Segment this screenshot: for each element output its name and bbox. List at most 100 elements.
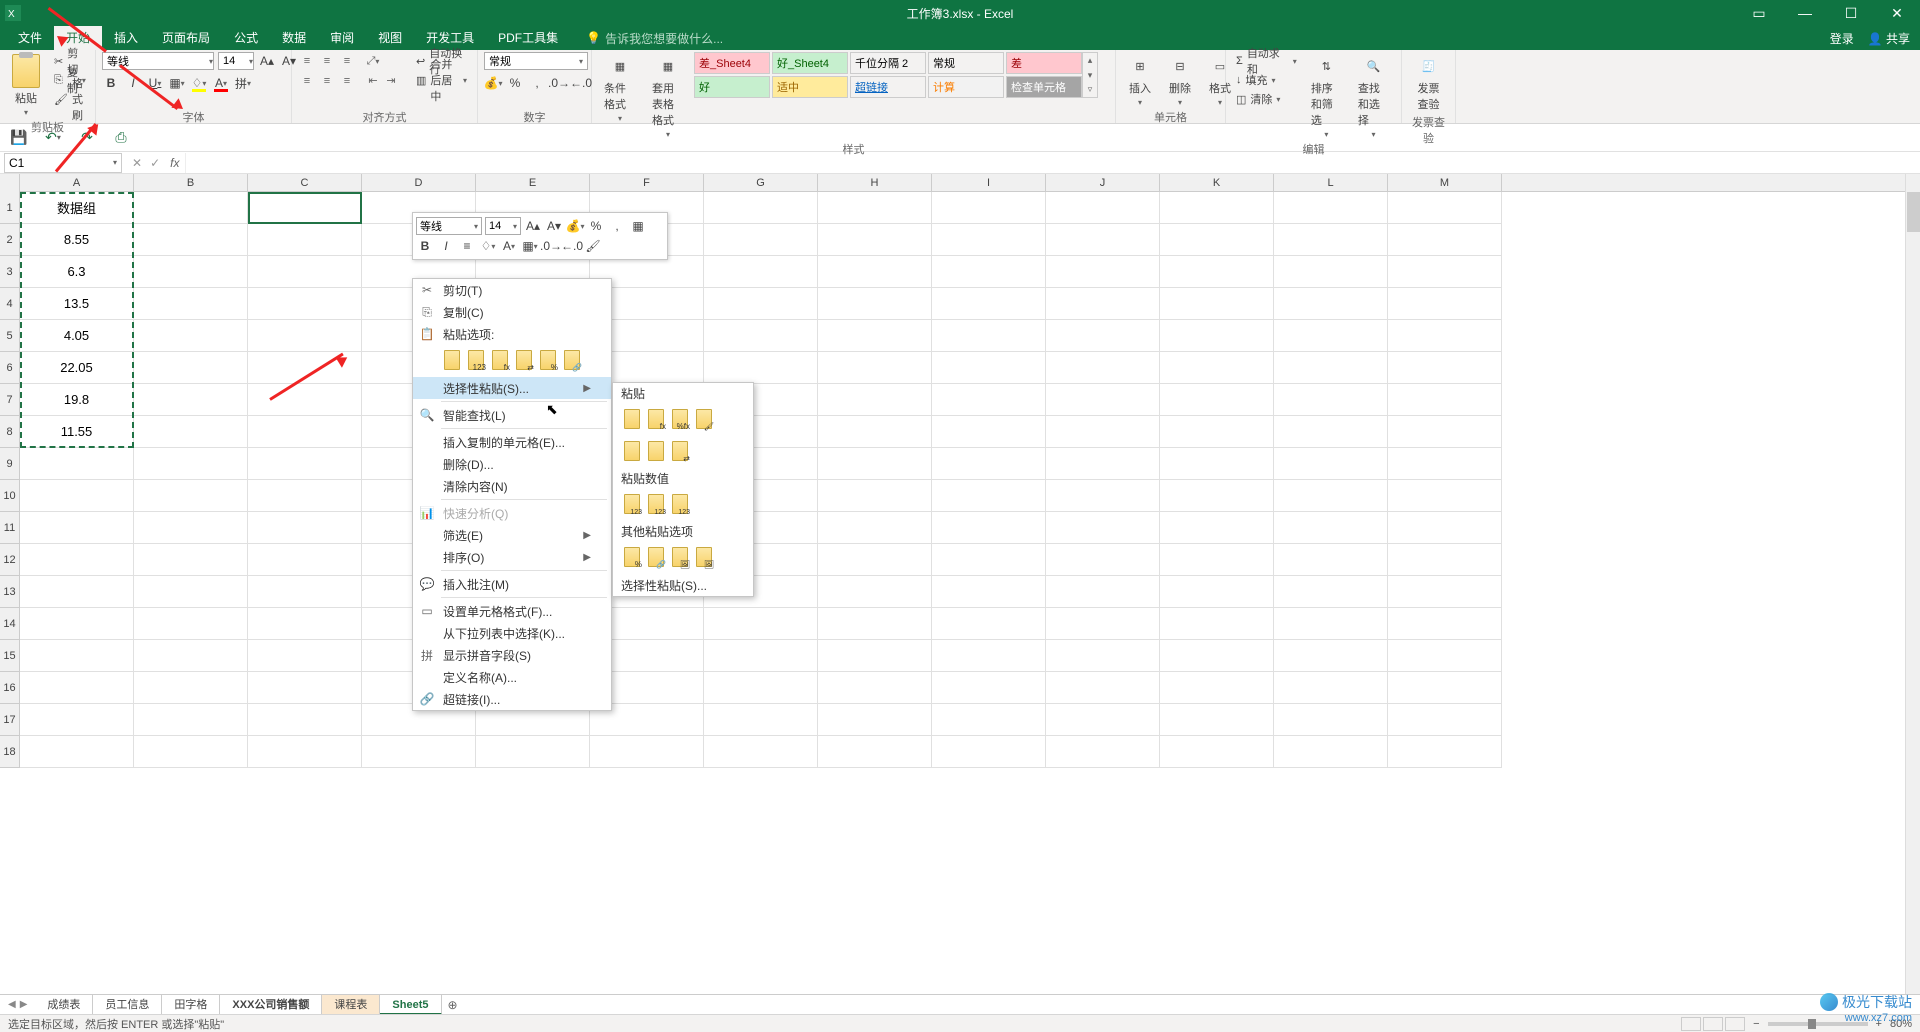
mini-percent-icon[interactable]: % bbox=[587, 217, 605, 235]
row-header-1[interactable]: 1 bbox=[0, 192, 20, 224]
cell-M5[interactable] bbox=[1388, 320, 1502, 352]
enter-formula-icon[interactable]: ✓ bbox=[150, 156, 160, 170]
cell-C10[interactable] bbox=[248, 480, 362, 512]
submenu-paste-formulas-icon[interactable]: fx bbox=[645, 406, 667, 432]
submenu-paste-transpose-icon[interactable]: ⇄ bbox=[669, 438, 691, 464]
column-header-K[interactable]: K bbox=[1160, 174, 1274, 191]
submenu-paste-picture-icon[interactable]: 🖼 bbox=[669, 544, 691, 570]
cell-G17[interactable] bbox=[704, 704, 818, 736]
cell-C18[interactable] bbox=[248, 736, 362, 768]
cell-M1[interactable] bbox=[1388, 192, 1502, 224]
cell-L3[interactable] bbox=[1274, 256, 1388, 288]
mini-border-dropdown-icon[interactable]: ▦▾ bbox=[521, 237, 539, 255]
sheet-tab-4[interactable]: XXX公司销售额 bbox=[220, 995, 322, 1015]
ribbon-display-options-icon[interactable]: ▭ bbox=[1736, 0, 1782, 26]
cell-B10[interactable] bbox=[134, 480, 248, 512]
cell-G4[interactable] bbox=[704, 288, 818, 320]
cell-I8[interactable] bbox=[932, 416, 1046, 448]
row-header-4[interactable]: 4 bbox=[0, 288, 20, 320]
cell-B1[interactable] bbox=[134, 192, 248, 224]
cm-sort[interactable]: 排序(O)▶ bbox=[413, 546, 611, 568]
view-buttons[interactable] bbox=[1681, 1017, 1745, 1031]
delete-cells-button[interactable]: ⊟删除▾ bbox=[1162, 52, 1198, 109]
select-all-button[interactable] bbox=[0, 174, 20, 192]
cell-B13[interactable] bbox=[134, 576, 248, 608]
submenu-paste-values-numfmt-icon[interactable]: 123 bbox=[645, 491, 667, 517]
cell-G16[interactable] bbox=[704, 672, 818, 704]
cell-A14[interactable] bbox=[20, 608, 134, 640]
style-hyperlink[interactable]: 超链接 bbox=[850, 76, 926, 98]
paste-option-transpose-icon[interactable]: ⇄ bbox=[513, 347, 535, 373]
cell-L4[interactable] bbox=[1274, 288, 1388, 320]
cell-M14[interactable] bbox=[1388, 608, 1502, 640]
cell-A4[interactable]: 13.5 bbox=[20, 288, 134, 320]
cell-K3[interactable] bbox=[1160, 256, 1274, 288]
cell-G6[interactable] bbox=[704, 352, 818, 384]
mini-accounting-icon[interactable]: 💰▾ bbox=[566, 217, 584, 235]
align-bottom-icon[interactable]: ≡ bbox=[338, 52, 356, 70]
cell-J4[interactable] bbox=[1046, 288, 1160, 320]
cell-G5[interactable] bbox=[704, 320, 818, 352]
cell-M12[interactable] bbox=[1388, 544, 1502, 576]
cell-M10[interactable] bbox=[1388, 480, 1502, 512]
paste-button[interactable]: 粘贴 ▾ bbox=[6, 52, 46, 119]
column-header-M[interactable]: M bbox=[1388, 174, 1502, 191]
tab-insert[interactable]: 插入 bbox=[102, 26, 150, 50]
fx-icon[interactable]: fx bbox=[170, 156, 185, 170]
increase-font-icon[interactable]: A▴ bbox=[258, 52, 276, 70]
italic-button[interactable]: I bbox=[124, 74, 142, 92]
zoom-in-button[interactable]: + bbox=[1876, 1018, 1882, 1030]
tell-me-search[interactable]: 💡 告诉我您想要做什么... bbox=[586, 30, 723, 47]
cell-B2[interactable] bbox=[134, 224, 248, 256]
submenu-paste-values-icon[interactable]: 123 bbox=[621, 491, 643, 517]
row-header-5[interactable]: 5 bbox=[0, 320, 20, 352]
mini-size-select[interactable]: 14▾ bbox=[485, 217, 521, 235]
cell-L2[interactable] bbox=[1274, 224, 1388, 256]
column-header-A[interactable]: A bbox=[20, 174, 134, 191]
cell-K1[interactable] bbox=[1160, 192, 1274, 224]
cell-C4[interactable] bbox=[248, 288, 362, 320]
mini-bold-icon[interactable]: B bbox=[416, 237, 434, 255]
normal-view-icon[interactable] bbox=[1681, 1017, 1701, 1031]
cell-K17[interactable] bbox=[1160, 704, 1274, 736]
row-header-17[interactable]: 17 bbox=[0, 704, 20, 736]
sheet-nav[interactable]: ◀▶ bbox=[0, 999, 35, 1010]
column-header-G[interactable]: G bbox=[704, 174, 818, 191]
insert-cells-button[interactable]: ⊞插入▾ bbox=[1122, 52, 1158, 109]
cell-K13[interactable] bbox=[1160, 576, 1274, 608]
submenu-paste-formulas-numfmt-icon[interactable]: %fx bbox=[669, 406, 691, 432]
cell-K7[interactable] bbox=[1160, 384, 1274, 416]
cell-A6[interactable]: 22.05 bbox=[20, 352, 134, 384]
scrollbar-thumb[interactable] bbox=[1907, 192, 1920, 232]
cell-J7[interactable] bbox=[1046, 384, 1160, 416]
sheet-tab-1[interactable]: 成绩表 bbox=[35, 995, 93, 1015]
cell-M17[interactable] bbox=[1388, 704, 1502, 736]
number-format-select[interactable]: 常规▾ bbox=[484, 52, 588, 70]
cell-C1[interactable] bbox=[248, 192, 362, 224]
row-header-2[interactable]: 2 bbox=[0, 224, 20, 256]
percent-format-icon[interactable]: % bbox=[506, 74, 524, 92]
decrease-decimal-icon[interactable]: ←.0 bbox=[572, 74, 590, 92]
comma-format-icon[interactable]: , bbox=[528, 74, 546, 92]
cm-dropdown-list[interactable]: 从下拉列表中选择(K)... bbox=[413, 622, 611, 644]
cell-K8[interactable] bbox=[1160, 416, 1274, 448]
fill-button[interactable]: ↓填充▾ bbox=[1232, 71, 1301, 89]
cell-M4[interactable] bbox=[1388, 288, 1502, 320]
cell-I9[interactable] bbox=[932, 448, 1046, 480]
cell-J13[interactable] bbox=[1046, 576, 1160, 608]
cell-L15[interactable] bbox=[1274, 640, 1388, 672]
cell-H3[interactable] bbox=[818, 256, 932, 288]
cell-H5[interactable] bbox=[818, 320, 932, 352]
cell-I14[interactable] bbox=[932, 608, 1046, 640]
orientation-icon[interactable]: ⤢▾ bbox=[364, 52, 382, 70]
cell-M18[interactable] bbox=[1388, 736, 1502, 768]
cm-delete[interactable]: 删除(D)... bbox=[413, 453, 611, 475]
cm-insert-comment[interactable]: 💬插入批注(M) bbox=[413, 573, 611, 595]
format-as-table-button[interactable]: ▦ 套用 表格格式▾ bbox=[646, 52, 690, 141]
cell-F18[interactable] bbox=[590, 736, 704, 768]
tab-formulas[interactable]: 公式 bbox=[222, 26, 270, 50]
column-header-I[interactable]: I bbox=[932, 174, 1046, 191]
cell-H13[interactable] bbox=[818, 576, 932, 608]
cell-A16[interactable] bbox=[20, 672, 134, 704]
cell-J9[interactable] bbox=[1046, 448, 1160, 480]
